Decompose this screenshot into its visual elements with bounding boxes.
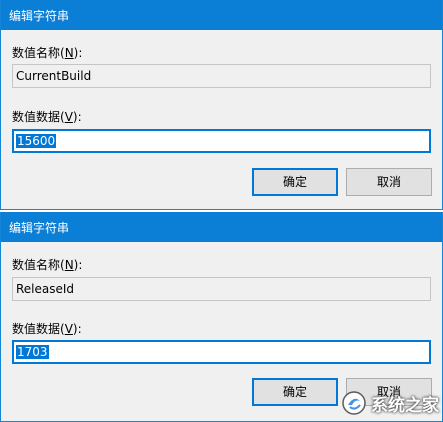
- value-name-text: ReleaseId: [16, 282, 75, 296]
- cancel-button[interactable]: 取消: [346, 168, 432, 196]
- dialog-title: 编辑字符串: [9, 8, 70, 23]
- value-name-field[interactable]: CurrentBuild: [12, 64, 431, 88]
- dialog-titlebar[interactable]: 编辑字符串: [1, 0, 442, 30]
- value-data-label: 数值数据(V):: [12, 322, 82, 336]
- value-data-label: 数值数据(V):: [12, 110, 82, 124]
- value-data-field[interactable]: 1703: [12, 340, 431, 364]
- watermark-text: 系统之家: [371, 395, 439, 416]
- value-data-text: 1703: [16, 345, 49, 359]
- value-name-field[interactable]: ReleaseId: [12, 277, 431, 301]
- value-data-text: 15600: [16, 134, 57, 148]
- ok-button[interactable]: 确定: [252, 168, 338, 196]
- value-data-field[interactable]: 15600: [12, 129, 431, 153]
- ok-button[interactable]: 确定: [252, 378, 338, 406]
- dialog-titlebar[interactable]: 编辑字符串: [1, 212, 442, 242]
- value-name-label: 数值名称(N):: [12, 46, 83, 60]
- watermark-logo-icon: [341, 390, 367, 416]
- dialog-title: 编辑字符串: [9, 220, 70, 235]
- edit-string-dialog-currentbuild: 编辑字符串 数值名称(N): CurrentBuild 数值数据(V): 156…: [0, 0, 443, 210]
- site-watermark: 系统之家: [341, 390, 439, 416]
- value-name-label: 数值名称(N):: [12, 258, 83, 272]
- value-name-text: CurrentBuild: [16, 69, 92, 83]
